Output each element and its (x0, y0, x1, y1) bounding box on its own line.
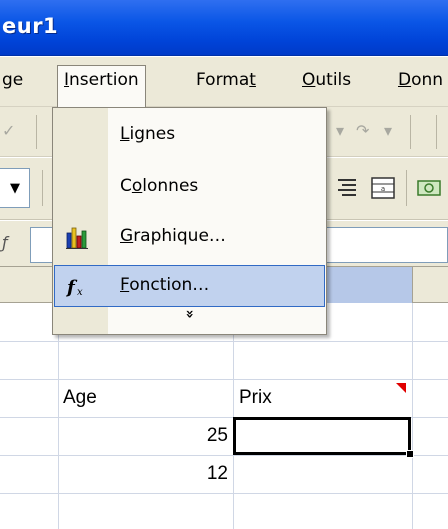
toolbar-separator (406, 170, 407, 206)
redo-icon[interactable]: ↷ (356, 121, 369, 140)
grid-line (412, 303, 413, 529)
spelling-icon[interactable]: ✓ (2, 121, 15, 140)
svg-text:a: a (381, 185, 385, 193)
menu-item-fonction[interactable]: f x Fonction… (54, 265, 325, 307)
grid-line (0, 379, 448, 380)
function-icon: f x (65, 277, 83, 298)
function-wizard-icon[interactable]: ƒ (2, 233, 8, 252)
menu-item-graphique[interactable]: Graphique… (54, 216, 325, 258)
menu-format[interactable]: Format (196, 70, 256, 90)
grid-line (233, 303, 234, 529)
toolbar-separator (36, 115, 37, 149)
cell-prix-header[interactable]: Prix (239, 387, 272, 409)
menu-insertion[interactable]: Insertion (57, 65, 146, 107)
grid-line (58, 303, 59, 529)
merge-center-icon[interactable]: a (370, 175, 396, 201)
fill-handle[interactable] (406, 450, 414, 458)
font-dropdown[interactable]: ▼ (0, 168, 30, 208)
redo-dropdown-icon[interactable]: ▾ (384, 121, 392, 140)
cell-age-value[interactable]: 12 (60, 463, 228, 485)
menu-bar: ge Insertion Format Outils Donn (0, 57, 448, 107)
toolbar-separator (42, 170, 43, 206)
menu-outils[interactable]: Outils (302, 70, 351, 90)
active-cell[interactable] (233, 417, 411, 455)
menu-item-label: Graphique… (120, 226, 226, 246)
menu-item-colonnes[interactable]: Colonnes (54, 166, 325, 208)
comment-indicator (396, 383, 406, 393)
chevron-down-icon: ▼ (10, 181, 20, 196)
menu-item-label: Fonction… (120, 275, 210, 295)
menu-donnees[interactable]: Donn (398, 70, 443, 90)
svg-text:x: x (77, 287, 83, 298)
cell-age-header[interactable]: Age (63, 387, 97, 409)
insertion-menu: Lignes Colonnes Graphique… f x Fonction…… (52, 107, 327, 335)
menu-item-lignes[interactable]: Lignes (54, 114, 325, 156)
menu-affichage[interactable]: ge (2, 70, 23, 90)
title-bar: eur1 (0, 0, 448, 56)
cell-age-value[interactable]: 25 (60, 425, 228, 447)
undo-dropdown-icon[interactable]: ▾ (336, 121, 344, 140)
spreadsheet-grid[interactable]: Age Prix 25 12 (0, 303, 448, 529)
window-title: eur1 (2, 14, 59, 38)
menu-item-label: Colonnes (120, 176, 199, 196)
grid-line (0, 341, 448, 342)
chart-icon (66, 227, 88, 249)
align-right-icon[interactable] (334, 175, 360, 201)
menu-item-label: Lignes (120, 124, 176, 144)
toolbar-separator (436, 115, 437, 149)
chevron-double-down-icon: » (181, 309, 198, 319)
grid-line (0, 493, 448, 494)
menu-expand-button[interactable]: » (53, 306, 326, 332)
grid-line (0, 455, 448, 456)
toolbar-separator (410, 115, 411, 149)
currency-icon[interactable] (416, 175, 442, 201)
